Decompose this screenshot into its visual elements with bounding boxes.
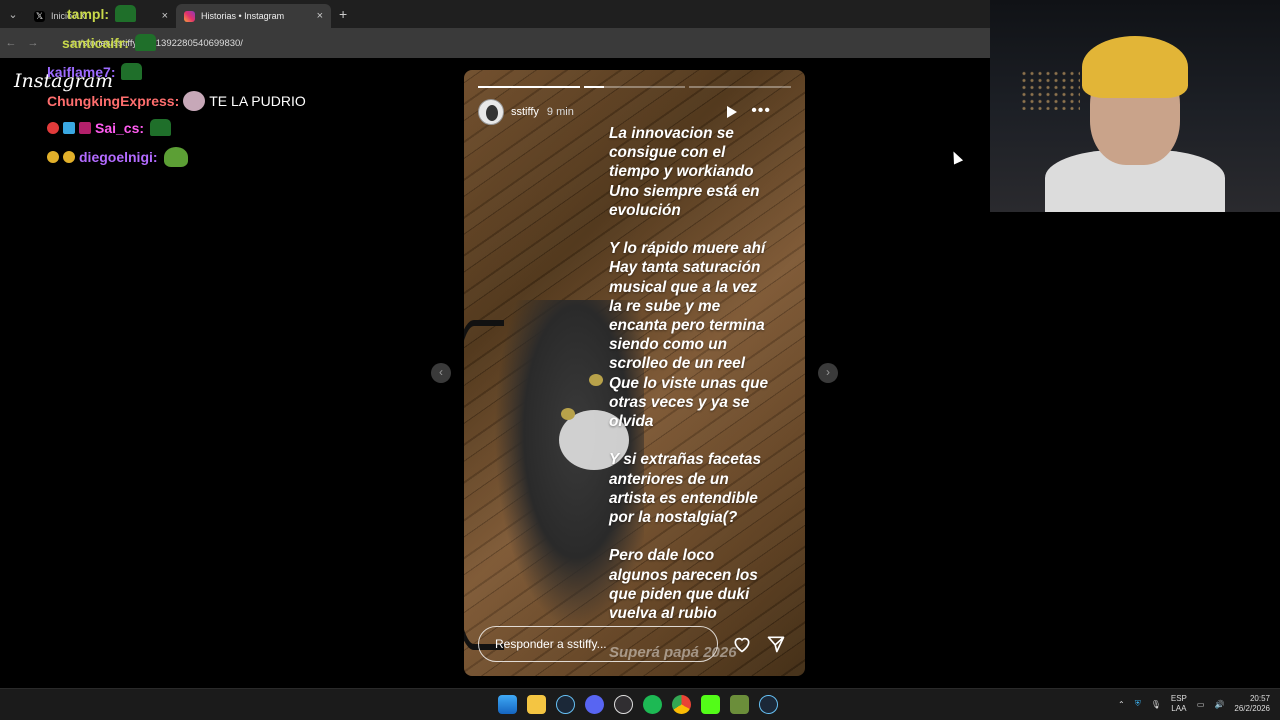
language-indicator[interactable]: ESP LAA [1171, 694, 1187, 714]
file-explorer-icon[interactable] [527, 695, 546, 714]
chat-username: ChungkingExpress: [47, 93, 180, 109]
clock-time: 20:57 [1249, 694, 1270, 703]
story-viewer[interactable]: sstiffy 9 min ••• La innovacion se consi… [464, 70, 805, 676]
emote-icon [183, 91, 206, 111]
emote-icon [163, 147, 188, 167]
chat-username: Sai_cs: [95, 119, 145, 136]
instagram-logo-icon [184, 10, 195, 22]
security-icon[interactable]: ⛨ [1135, 699, 1141, 709]
reply-input[interactable]: Responder a sstiffy... [478, 626, 718, 662]
browser-tab-bar: ⌄ 𝕏 Inicio / X × Historias • Instagram ×… [0, 0, 990, 28]
story-header: sstiffy 9 min ••• [478, 99, 791, 125]
send-icon[interactable] [766, 634, 786, 654]
story-progress-segment [478, 86, 580, 88]
next-story-arrow-icon[interactable]: › [818, 363, 838, 383]
clock[interactable]: 20:57 26/2/2026 [1234, 694, 1270, 714]
more-options-icon[interactable]: ••• [751, 102, 771, 120]
obs-icon[interactable] [614, 695, 633, 714]
previous-story-arrow-icon[interactable]: ‹ [431, 363, 451, 383]
tab-title: Historias • Instagram [201, 11, 285, 21]
story-progress-bar [478, 86, 792, 88]
language-layout: LAA [1171, 704, 1187, 713]
chat-message: tampl : [67, 5, 137, 22]
kick-icon[interactable] [701, 695, 720, 714]
chat-message: diegoelnigi: [47, 147, 188, 167]
new-tab-button[interactable]: + [339, 6, 347, 22]
cat-eye [589, 374, 603, 386]
steam-icon[interactable] [759, 695, 778, 714]
windows-taskbar: ⌃ ⛨ 🎙 ESP LAA ▭ 🔊 20:57 26/2/2026 [0, 688, 1280, 720]
clock-date: 26/2/2026 [1234, 704, 1270, 713]
emote-icon [134, 34, 156, 51]
story-progress-segment [583, 86, 686, 88]
person-beanie [1082, 36, 1188, 98]
chat-message: kaiflame7: [47, 63, 143, 80]
emote-icon [121, 63, 143, 80]
chrome-icon[interactable] [672, 695, 691, 714]
chat-username: diegoelnigi: [79, 149, 158, 165]
chat-text: TE LA PUDRIO [209, 93, 306, 109]
chat-message: Sai_cs: [47, 119, 172, 136]
windows-start-icon[interactable] [498, 695, 517, 714]
emote-icon [115, 5, 137, 22]
chevron-up-icon[interactable]: ⌃ [1118, 700, 1125, 709]
volume-icon[interactable]: 🔊 [1214, 700, 1224, 709]
story-text: La innovacion se consigue con el tiempo … [609, 125, 769, 623]
minecraft-icon[interactable] [730, 695, 749, 714]
chat-message: ChungkingExpress: TE LA PUDRIO [47, 91, 306, 111]
forward-arrow-icon[interactable]: → [22, 37, 44, 49]
chat-text: : [104, 5, 110, 22]
microphone-icon[interactable]: 🎙 [1151, 700, 1161, 709]
back-arrow-icon[interactable]: ← [0, 37, 22, 49]
play-icon[interactable] [727, 106, 737, 118]
webcam-overlay [990, 0, 1280, 212]
avatar[interactable] [478, 99, 504, 125]
browser-tab-instagram[interactable]: Historias • Instagram × [176, 4, 331, 28]
city-lights [1020, 70, 1080, 110]
cat-eye [561, 408, 575, 420]
chat-message: santicaifr: [62, 34, 156, 51]
language-code: ESP [1170, 694, 1187, 703]
badge-icon [47, 151, 59, 163]
close-tab-icon[interactable]: × [317, 10, 323, 22]
story-time: 9 min [546, 106, 574, 118]
close-tab-icon[interactable]: × [162, 10, 168, 22]
chat-username: kaiflame7: [47, 63, 116, 80]
network-icon[interactable]: ▭ [1197, 700, 1205, 709]
badge-icon [79, 121, 91, 134]
steam-icon[interactable] [556, 695, 575, 714]
badge-icon [63, 121, 75, 134]
story-username[interactable]: sstiffy [511, 106, 539, 118]
chat-username: tampl [67, 5, 105, 22]
spotify-icon[interactable] [643, 695, 662, 714]
tab-list-chevron-icon[interactable]: ⌄ [0, 0, 26, 28]
emote-icon [150, 119, 172, 136]
mouse-cursor-icon [948, 149, 964, 165]
chat-username: santicaifr: [62, 34, 129, 51]
badge-icon [63, 151, 75, 163]
system-tray: ⌃ ⛨ 🎙 ESP LAA ▭ 🔊 20:57 26/2/2026 [1118, 694, 1270, 714]
x-logo-icon: 𝕏 [34, 10, 45, 22]
badge-icon [47, 121, 59, 134]
discord-icon[interactable] [585, 695, 604, 714]
heart-icon[interactable] [732, 634, 752, 654]
story-progress-segment [689, 86, 792, 88]
